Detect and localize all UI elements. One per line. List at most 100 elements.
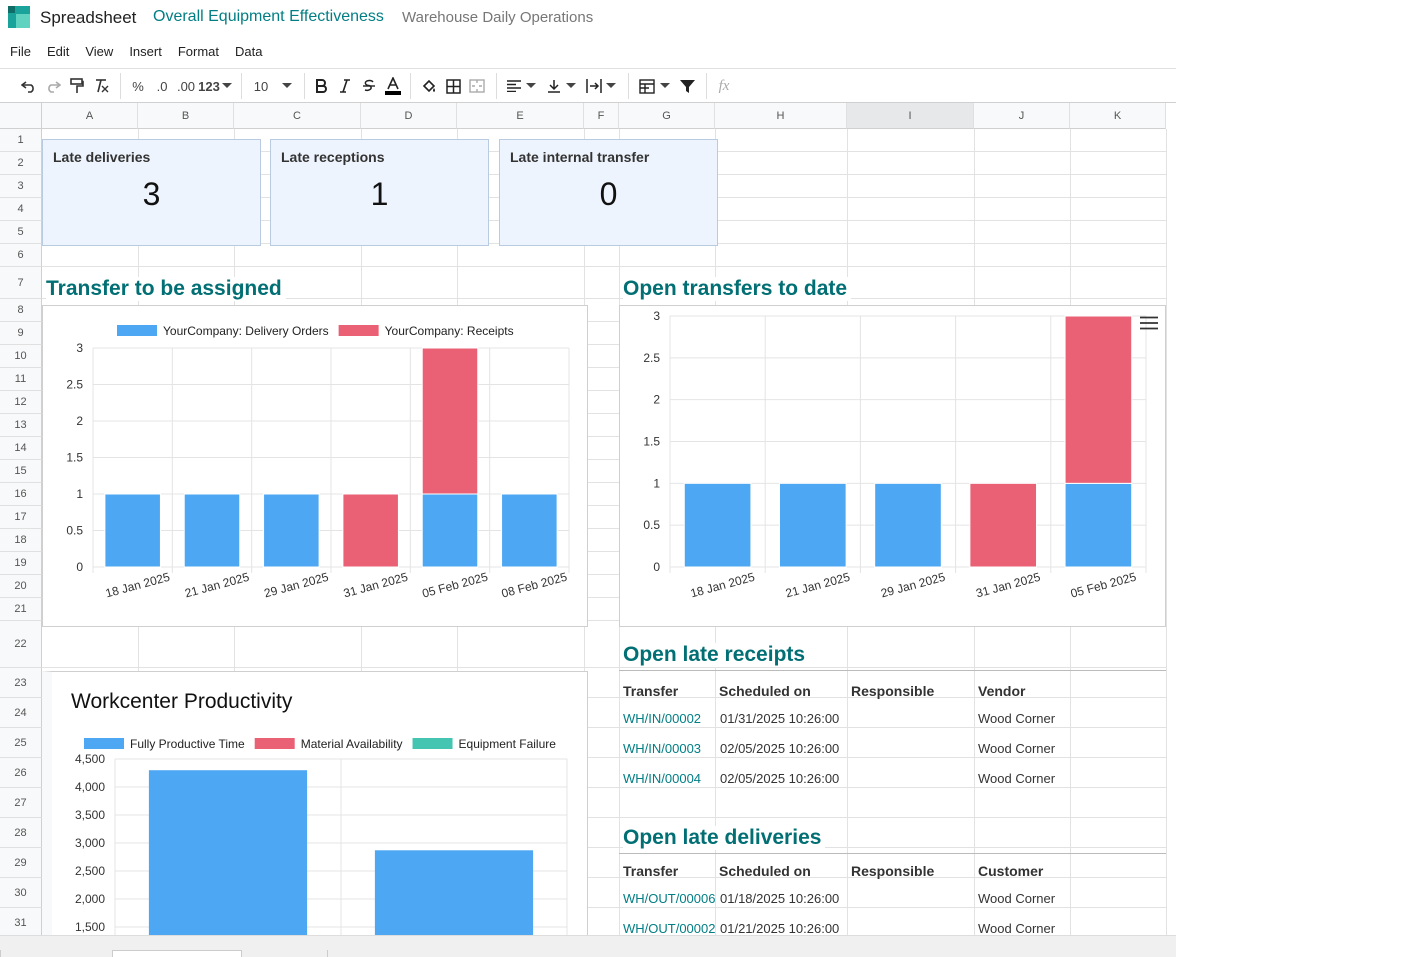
column-header-c[interactable]: C xyxy=(234,103,361,129)
chart-open-transfers[interactable]: 0 0.5 1 1.5 2 2.5 3 18 Jan 2025 21 Jan 2025 29 Ja… xyxy=(619,305,1166,627)
row-header[interactable]: 10 xyxy=(0,345,42,368)
row-header[interactable]: 31 xyxy=(0,908,42,938)
formula-icon[interactable]: fx xyxy=(712,69,736,103)
column-header-a[interactable]: A xyxy=(42,103,138,129)
menu-data[interactable]: Data xyxy=(235,44,262,66)
sheet-tab[interactable] xyxy=(327,950,1176,957)
bar[interactable] xyxy=(342,493,399,568)
receipt-cell-ref[interactable]: WH/IN/00002 xyxy=(623,711,701,726)
bold-icon[interactable] xyxy=(310,69,332,103)
fill-color-icon[interactable] xyxy=(418,69,440,103)
row-header[interactable]: 9 xyxy=(0,322,42,345)
decrease-decimal-button[interactable]: .0 xyxy=(152,69,172,103)
delivery-cell-ref[interactable]: WH/OUT/00006 xyxy=(623,891,715,906)
sheet-tab[interactable] xyxy=(241,950,327,957)
column-header-j[interactable]: J xyxy=(974,103,1070,129)
row-header[interactable]: 28 xyxy=(0,818,42,848)
bar[interactable] xyxy=(969,482,1038,568)
undo-icon[interactable] xyxy=(18,69,40,103)
row-header[interactable]: 4 xyxy=(0,198,42,221)
percent-format-button[interactable]: % xyxy=(128,69,148,103)
row-header[interactable]: 25 xyxy=(0,728,42,758)
chevron-down-icon[interactable] xyxy=(564,69,578,103)
text-wrap-icon[interactable] xyxy=(584,69,604,103)
row-header[interactable]: 1 xyxy=(0,129,42,152)
chevron-down-icon[interactable] xyxy=(658,69,672,103)
chevron-down-icon[interactable] xyxy=(278,69,296,103)
kpi-card-late-receptions[interactable]: Late receptions 1 xyxy=(270,139,489,246)
bar[interactable] xyxy=(421,493,479,568)
row-header[interactable]: 5 xyxy=(0,221,42,244)
row-header[interactable]: 20 xyxy=(0,575,42,598)
row-header[interactable]: 30 xyxy=(0,878,42,908)
chevron-down-icon[interactable] xyxy=(220,69,234,103)
column-header-d[interactable]: D xyxy=(361,103,457,129)
row-header[interactable]: 21 xyxy=(0,598,42,621)
menu-file[interactable]: File xyxy=(10,44,31,66)
filter-icon[interactable] xyxy=(676,69,698,103)
row-header[interactable]: 24 xyxy=(0,698,42,728)
sheet-tab-active[interactable] xyxy=(112,950,241,957)
chart-transfer-to-be-assigned[interactable]: 0 0.5 1 1.5 2 2.5 3 18 Jan 2025 21 Jan 2025 29 Ja… xyxy=(42,305,588,627)
column-header-b[interactable]: B xyxy=(138,103,234,129)
bar[interactable] xyxy=(421,347,479,495)
document-title[interactable]: Overall Equipment Effectiveness xyxy=(153,8,384,26)
bar[interactable] xyxy=(148,770,308,938)
text-color-icon[interactable] xyxy=(382,69,404,103)
app-name[interactable]: Spreadsheet xyxy=(40,8,136,28)
receipt-cell-ref[interactable]: WH/IN/00004 xyxy=(623,771,701,786)
bar[interactable] xyxy=(1064,315,1133,484)
paint-format-icon[interactable] xyxy=(66,69,88,103)
row-header[interactable]: 27 xyxy=(0,788,42,818)
row-header[interactable]: 17 xyxy=(0,506,42,529)
bar[interactable] xyxy=(263,493,320,568)
bar[interactable] xyxy=(104,493,161,568)
row-header[interactable]: 12 xyxy=(0,391,42,414)
receipt-cell-ref[interactable]: WH/IN/00003 xyxy=(623,741,701,756)
font-size-select[interactable]: 10 xyxy=(248,69,274,103)
row-header[interactable]: 23 xyxy=(0,668,42,698)
number-format-button[interactable]: 123 xyxy=(198,69,220,103)
bar[interactable] xyxy=(183,493,241,568)
kpi-card-late-internal-transfer[interactable]: Late internal transfer 0 xyxy=(499,139,718,246)
chart-menu-icon[interactable] xyxy=(1140,316,1158,330)
column-header-f[interactable]: F xyxy=(584,103,619,129)
delivery-cell-ref[interactable]: WH/OUT/00002 xyxy=(623,921,715,936)
sheet-tab[interactable] xyxy=(0,950,112,957)
menu-insert[interactable]: Insert xyxy=(129,44,162,66)
column-header-g[interactable]: G xyxy=(619,103,715,129)
column-header-i[interactable]: I xyxy=(847,103,974,129)
row-header[interactable]: 18 xyxy=(0,529,42,552)
italic-icon[interactable] xyxy=(334,69,356,103)
row-header[interactable]: 14 xyxy=(0,437,42,460)
merge-cells-icon[interactable] xyxy=(466,69,488,103)
column-header-e[interactable]: E xyxy=(457,103,584,129)
menu-edit[interactable]: Edit xyxy=(47,44,69,66)
row-header[interactable]: 29 xyxy=(0,848,42,878)
row-header[interactable]: 6 xyxy=(0,244,42,267)
borders-icon[interactable] xyxy=(442,69,464,103)
row-header[interactable]: 13 xyxy=(0,414,42,437)
strikethrough-icon[interactable] xyxy=(358,69,380,103)
menu-format[interactable]: Format xyxy=(178,44,219,66)
row-header[interactable]: 22 xyxy=(0,621,42,668)
select-all-corner[interactable] xyxy=(0,103,42,129)
bar[interactable] xyxy=(683,482,752,568)
vertical-align-icon[interactable] xyxy=(544,69,564,103)
kpi-card-late-deliveries[interactable]: Late deliveries 3 xyxy=(42,139,261,246)
horizontal-align-icon[interactable] xyxy=(504,69,524,103)
bar[interactable] xyxy=(501,493,558,568)
redo-icon[interactable] xyxy=(42,69,64,103)
column-header-k[interactable]: K xyxy=(1070,103,1166,129)
bar[interactable] xyxy=(374,850,534,938)
chevron-down-icon[interactable] xyxy=(604,69,618,103)
menu-view[interactable]: View xyxy=(85,44,113,66)
row-header[interactable]: 26 xyxy=(0,758,42,788)
row-header[interactable]: 15 xyxy=(0,460,42,483)
bar[interactable] xyxy=(874,482,942,568)
increase-decimal-button[interactable]: .00 xyxy=(174,69,198,103)
bar[interactable] xyxy=(1064,482,1133,568)
row-header[interactable]: 3 xyxy=(0,175,42,198)
bar[interactable] xyxy=(778,482,847,568)
chevron-down-icon[interactable] xyxy=(524,69,538,103)
